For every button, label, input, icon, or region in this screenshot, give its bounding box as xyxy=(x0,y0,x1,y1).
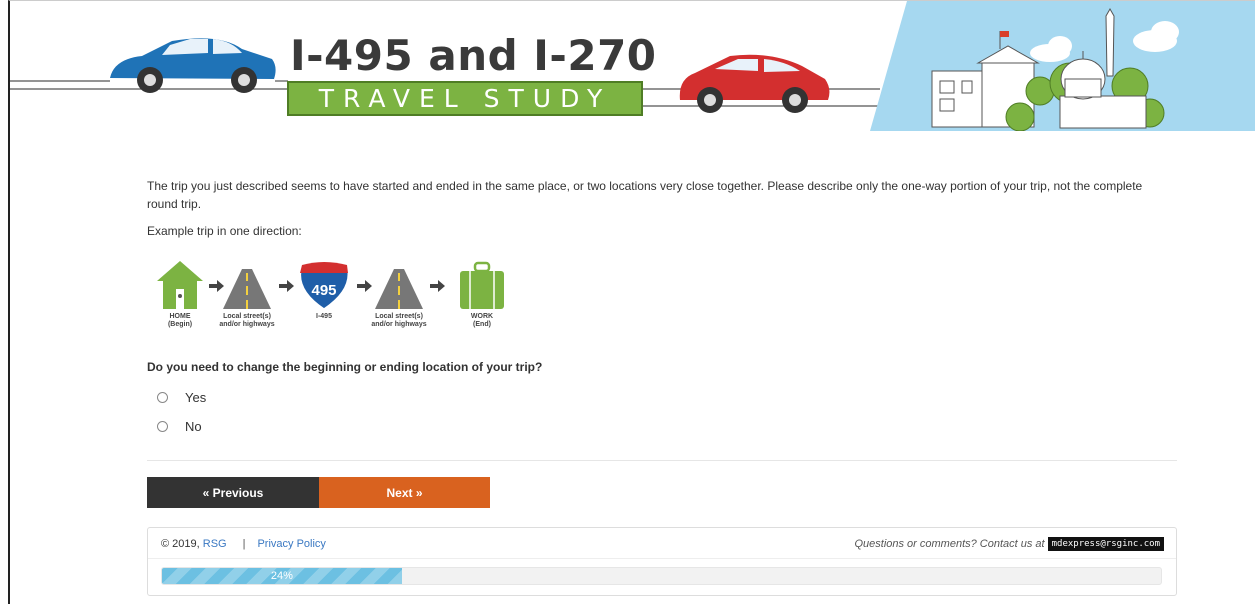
rsg-link[interactable]: RSG xyxy=(203,538,227,550)
divider xyxy=(147,460,1177,461)
survey-page: I-495 and I-270 TRAVEL STUDY The trip yo… xyxy=(8,0,1255,604)
trip-step-label: I-495 xyxy=(316,313,332,320)
interstate-shield-icon: 495 xyxy=(299,261,349,310)
arrow-icon xyxy=(357,280,372,292)
home-icon xyxy=(157,261,203,309)
question-text: Do you need to change the beginning or e… xyxy=(147,360,543,374)
arrow-icon xyxy=(430,280,445,292)
contact-text: Questions or comments? Contact us at xyxy=(854,538,1045,550)
red-car-icon xyxy=(679,54,830,113)
next-button[interactable]: Next » xyxy=(319,477,490,508)
example-label: Example trip in one direction: xyxy=(147,224,302,238)
radio-button[interactable] xyxy=(157,421,168,432)
progress-bar: 24% xyxy=(161,567,1162,585)
trip-step-label: WORK (End) xyxy=(470,313,494,328)
footer-separator: | xyxy=(242,538,246,550)
briefcase-icon xyxy=(460,261,504,309)
road-icon xyxy=(375,269,423,309)
contact-info: Questions or comments? Contact us at mde… xyxy=(854,537,1164,551)
footer-row: © 2019, RSG | Privacy Policy Questions o… xyxy=(161,536,1164,552)
shield-number: 495 xyxy=(311,282,336,299)
arrow-icon xyxy=(209,280,224,292)
footer-divider xyxy=(148,558,1176,559)
contact-email[interactable]: mdexpress@rsginc.com xyxy=(1047,537,1164,551)
header-banner: I-495 and I-270 TRAVEL STUDY xyxy=(10,1,1255,131)
privacy-policy-link[interactable]: Privacy Policy xyxy=(257,538,325,550)
radio-label: Yes xyxy=(185,390,207,405)
arrow-icon xyxy=(279,280,294,292)
road-icon xyxy=(223,269,271,309)
trip-diagram: 495 HOME (Begin) Local street(s) and/or … xyxy=(157,259,517,334)
site-subtitle-box: TRAVEL STUDY xyxy=(287,81,643,116)
radio-option-no[interactable]: No xyxy=(157,419,202,434)
site-subtitle: TRAVEL STUDY xyxy=(318,84,612,113)
progress-fill: 24% xyxy=(162,568,402,584)
radio-label: No xyxy=(185,419,202,434)
previous-button[interactable]: « Previous xyxy=(147,477,319,508)
radio-option-yes[interactable]: Yes xyxy=(157,390,206,405)
copyright-text: © 2019, xyxy=(161,538,200,550)
intro-text: The trip you just described seems to hav… xyxy=(147,179,1143,211)
trip-step-label: Local street(s) and/or highways xyxy=(219,313,275,328)
blue-car-icon xyxy=(110,38,276,93)
footer: © 2019, RSG | Privacy Policy Questions o… xyxy=(147,527,1177,596)
progress-label: 24% xyxy=(270,570,293,582)
site-title: I-495 and I-270 xyxy=(290,31,657,80)
radio-button[interactable] xyxy=(157,392,168,403)
trip-step-label: Local street(s) and/or highways xyxy=(371,313,427,328)
